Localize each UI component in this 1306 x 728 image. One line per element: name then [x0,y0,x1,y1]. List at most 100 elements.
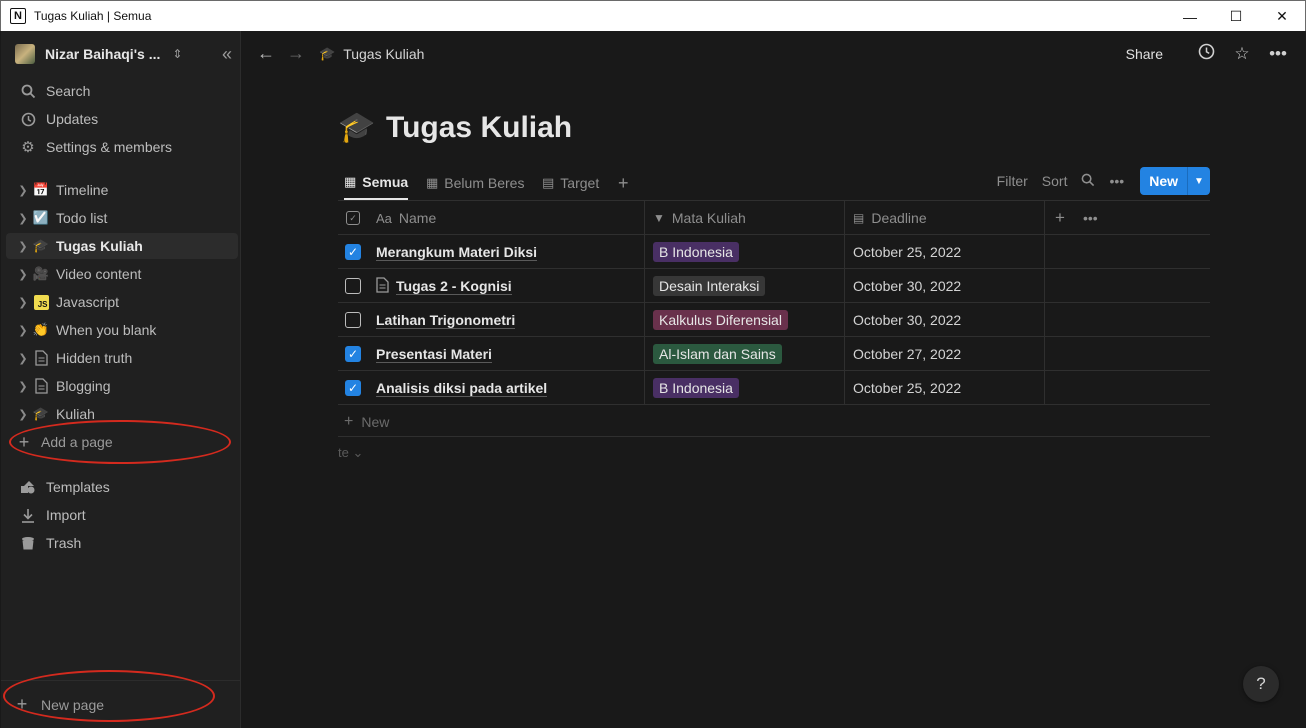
mata-kuliah-cell[interactable]: B Indonesia [645,371,845,405]
name-cell[interactable]: Latihan Trigonometri [368,303,645,337]
sidebar-page-tugas-kuliah[interactable]: ❯ 🎓 Tugas Kuliah [6,233,238,259]
row-checkbox-cell[interactable]: ✓ [338,371,368,405]
chevron-right-icon[interactable]: ❯ [14,296,32,309]
table-row[interactable]: Latihan Trigonometri Kalkulus Diferensia… [338,303,1210,337]
sidebar-item-settings[interactable]: ⚙ Settings & members [11,134,235,160]
minimize-icon[interactable]: — [1167,1,1213,32]
checkbox-checked[interactable]: ✓ [345,380,361,396]
mata-kuliah-cell[interactable]: Kalkulus Diferensial [645,303,845,337]
more-icon[interactable]: ••• [1267,44,1289,64]
chevron-right-icon[interactable]: ❯ [14,352,32,365]
chevron-right-icon[interactable]: ❯ [14,212,32,225]
row-name[interactable]: Analisis diksi pada artikel [376,380,548,397]
tab-semua[interactable]: ▦ Semua [344,166,409,200]
sidebar-item-trash[interactable]: Trash [11,530,235,556]
column-header-deadline[interactable]: ▤ Deadline [845,201,1045,235]
name-cell[interactable]: Presentasi Materi [368,337,645,371]
sort-button[interactable]: Sort [1042,173,1068,189]
filter-button[interactable]: Filter [997,173,1028,189]
deadline-cell[interactable]: October 30, 2022 [845,303,1045,337]
collapse-sidebar-icon[interactable]: « [222,44,232,65]
column-header-mata-kuliah[interactable]: ▼ Mata Kuliah [645,201,845,235]
chevron-right-icon[interactable]: ❯ [14,240,32,253]
row-checkbox-cell[interactable] [338,303,368,337]
table-row[interactable]: ✓ Merangkum Materi Diksi B Indonesia Oct… [338,235,1210,269]
table-row[interactable]: Tugas 2 - Kognisi Desain Interaksi Octob… [338,269,1210,303]
new-button-label[interactable]: New [1140,167,1188,195]
checkbox-unchecked[interactable] [345,278,361,294]
row-name[interactable]: Merangkum Materi Diksi [376,244,538,261]
deadline-cell[interactable]: October 25, 2022 [845,235,1045,269]
name-cell[interactable]: Analisis diksi pada artikel [368,371,645,405]
mata-kuliah-cell[interactable]: Al-Islam dan Sains [645,337,845,371]
more-icon[interactable]: ••• [1109,173,1124,189]
new-page-button[interactable]: + New page [1,680,240,728]
close-icon[interactable]: ✕ [1259,1,1305,32]
name-cell[interactable]: Tugas 2 - Kognisi [368,269,645,303]
deadline-cell[interactable]: October 30, 2022 [845,269,1045,303]
star-icon[interactable]: ☆ [1231,44,1253,64]
history-icon[interactable] [1195,43,1217,65]
sidebar-item-import[interactable]: Import [11,502,235,528]
sidebar-page-todo-list[interactable]: ❯ ☑️ Todo list [6,205,238,231]
chevron-right-icon[interactable]: ❯ [14,184,32,197]
share-button[interactable]: Share [1126,46,1163,62]
sidebar-page-video-content[interactable]: ❯ 🎥 Video content [6,261,238,287]
sidebar-item-templates[interactable]: Templates [11,474,235,500]
deadline-cell[interactable]: October 25, 2022 [845,371,1045,405]
sidebar-page-blogging[interactable]: ❯ Blogging [6,373,238,399]
mata-kuliah-cell[interactable]: B Indonesia [645,235,845,269]
chevron-right-icon[interactable]: ❯ [14,380,32,393]
table-row[interactable]: ✓ Presentasi Materi Al-Islam dan Sains O… [338,337,1210,371]
help-button[interactable]: ? [1243,666,1279,702]
checkbox-icon: ☑️ [32,210,50,225]
add-page-button[interactable]: + Add a page [11,429,231,455]
calculate-button[interactable]: te ⌄ [338,445,363,461]
chevron-down-icon[interactable]: ▼ [1188,167,1210,195]
row-name[interactable]: Presentasi Materi [376,346,492,363]
row-name[interactable]: Latihan Trigonometri [376,312,516,329]
column-header-name[interactable]: Aa Name [368,201,645,235]
sidebar-page-timeline[interactable]: ❯ 📅 Timeline [6,177,238,203]
table-row[interactable]: ✓ Analisis diksi pada artikel B Indonesi… [338,371,1210,405]
new-button[interactable]: New ▼ [1140,167,1210,195]
workspace-switcher[interactable]: Nizar Baihaqi's ... ⇕ « [15,43,232,65]
checkbox-unchecked[interactable] [345,312,361,328]
search-icon[interactable] [1081,173,1095,190]
row-checkbox-cell[interactable]: ✓ [338,337,368,371]
chevron-right-icon[interactable]: ❯ [14,324,32,337]
page-title[interactable]: Tugas Kuliah [386,111,572,145]
chevron-right-icon[interactable]: ❯ [14,268,32,281]
add-view-icon[interactable]: + [618,166,629,200]
table-header-row: ✓ Aa Name ▼ Mata Kuliah ▤ Deadline + ••• [338,201,1210,235]
tab-target[interactable]: ▤ Target [542,166,599,200]
deadline-cell[interactable]: October 27, 2022 [845,337,1045,371]
graduation-cap-icon[interactable]: 🎓 [338,110,378,145]
forward-arrow-icon[interactable]: → [287,43,305,64]
sidebar-page-when-you-blank[interactable]: ❯ 👏 When you blank [6,317,238,343]
maximize-icon[interactable]: ☐ [1213,1,1259,32]
name-cell[interactable]: Merangkum Materi Diksi [368,235,645,269]
sidebar-page-kuliah[interactable]: ❯ 🎓 Kuliah [6,401,238,427]
row-name[interactable]: Tugas 2 - Kognisi [396,278,512,295]
checkbox-checked[interactable]: ✓ [345,346,361,362]
checkbox-checked[interactable]: ✓ [345,244,361,260]
sidebar-page-javascript[interactable]: ❯ JS Javascript [6,289,238,315]
sidebar-page-label: Javascript [56,294,120,310]
mata-kuliah-cell[interactable]: Desain Interaksi [645,269,845,303]
more-icon[interactable]: ••• [1083,210,1098,226]
chevron-right-icon[interactable]: ❯ [14,408,32,421]
add-column-icon[interactable]: + [1055,208,1065,228]
sidebar-item-updates[interactable]: Updates [11,106,235,132]
select-all-checkbox[interactable]: ✓ [338,201,368,235]
add-row-button[interactable]: + New [344,413,389,431]
back-arrow-icon[interactable]: ← [257,43,275,64]
row-checkbox-cell[interactable]: ✓ [338,235,368,269]
tab-belum-beres[interactable]: ▦ Belum Beres [426,166,524,200]
row-checkbox-cell[interactable] [338,269,368,303]
sidebar-item-search[interactable]: Search [11,78,235,104]
deadline-value: October 25, 2022 [853,380,962,396]
sidebar-page-hidden-truth[interactable]: ❯ Hidden truth [6,345,238,371]
breadcrumb[interactable]: Tugas Kuliah [343,46,424,62]
deadline-value: October 27, 2022 [853,346,962,362]
